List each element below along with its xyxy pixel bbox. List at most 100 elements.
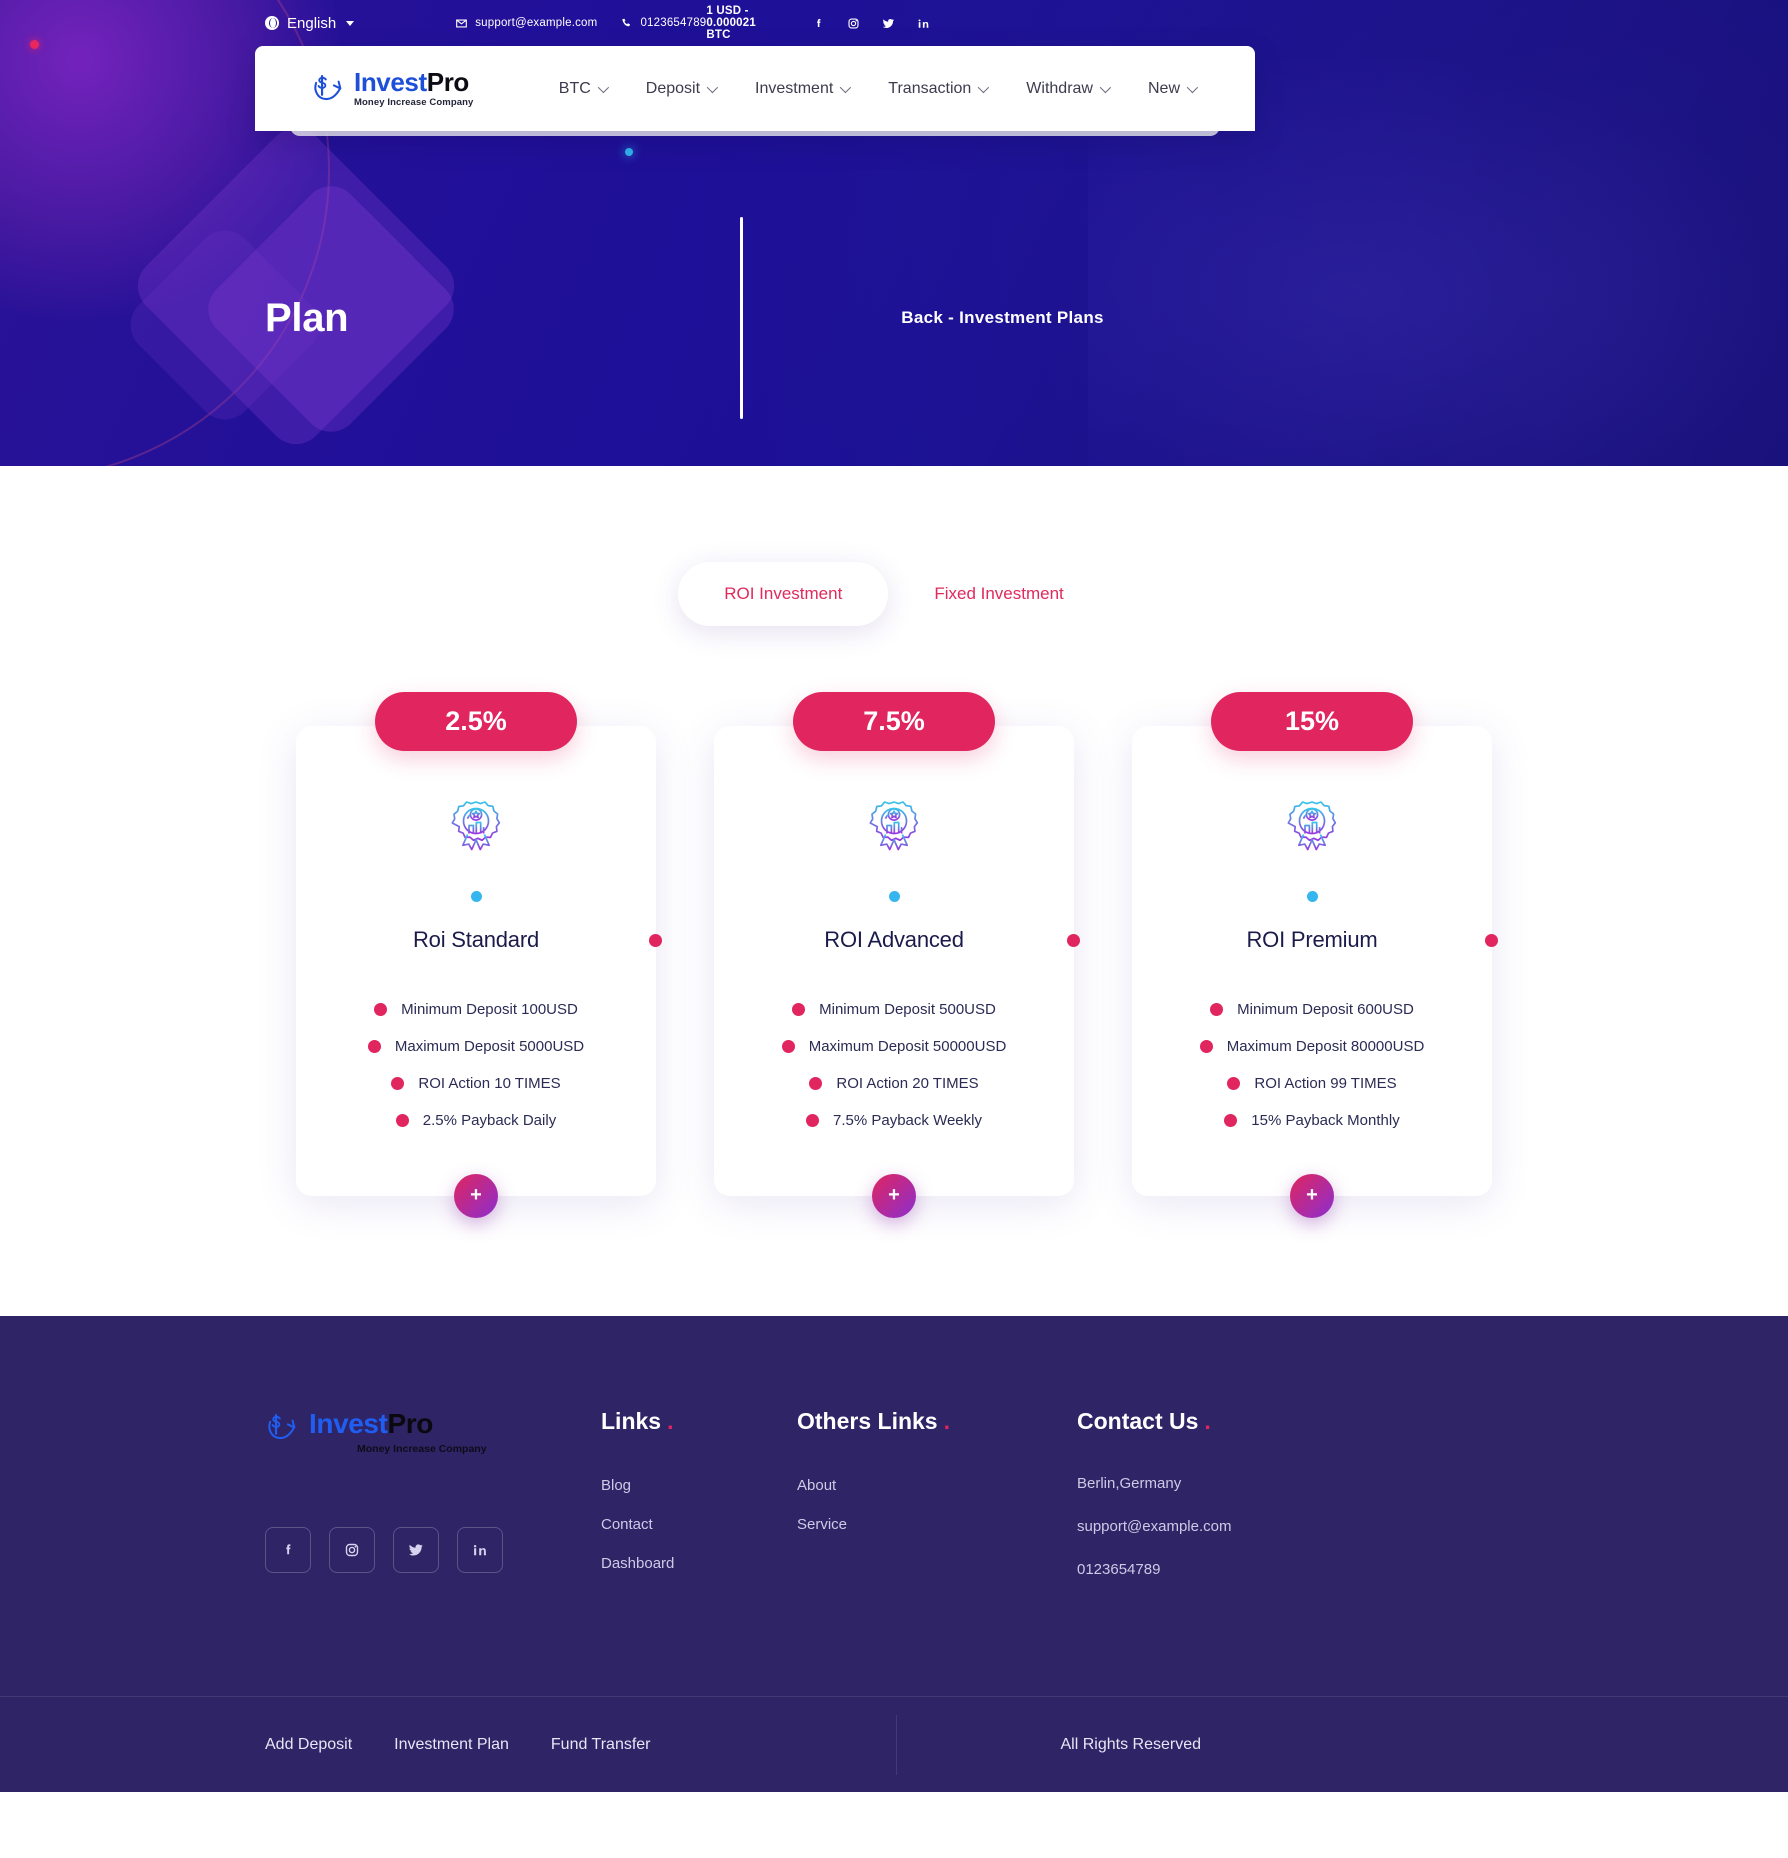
- card-accent-dot: [1306, 891, 1318, 902]
- plan-feature-label: ROI Action 20 TIMES: [836, 1075, 979, 1092]
- plan-feature: 7.5% Payback Weekly: [738, 1112, 1050, 1129]
- overflow-bullet-icon: [1067, 934, 1080, 947]
- plan-features: Minimum Deposit 500USD Maximum Deposit 5…: [738, 1001, 1050, 1129]
- utility-topbar: English support@example.com 0123654789 1…: [0, 0, 1788, 46]
- nav-label: Transaction: [888, 79, 972, 97]
- language-label: English: [287, 14, 337, 32]
- globe-icon: [265, 16, 279, 30]
- plan-feature-label: ROI Action 10 TIMES: [418, 1075, 561, 1092]
- twitter-icon[interactable]: [882, 17, 895, 30]
- chevron-down-icon: [1099, 81, 1112, 93]
- site-logo[interactable]: InvestPro Money Increase Company: [311, 69, 473, 108]
- overflow-bullet-icon: [649, 934, 662, 947]
- footer-contact-heading: Contact Us.: [1077, 1408, 1211, 1435]
- plan-features: Minimum Deposit 100USD Maximum Deposit 5…: [320, 1001, 632, 1129]
- footer-social-links: [265, 1527, 601, 1573]
- topbar-email[interactable]: support@example.com: [456, 17, 597, 29]
- plan-add-button[interactable]: +: [1290, 1174, 1334, 1218]
- nav-label: New: [1147, 79, 1180, 97]
- logo-name-first: Invest: [354, 67, 427, 98]
- footer-brand: InvestPro Money Increase Company: [265, 1408, 601, 1604]
- facebook-icon[interactable]: [265, 1527, 311, 1573]
- envelope-icon: [456, 19, 468, 27]
- facebook-icon[interactable]: [812, 17, 825, 30]
- footer-link-blog[interactable]: Blog: [601, 1477, 797, 1494]
- footer-logo-tagline: Money Increase Company: [357, 1443, 487, 1455]
- plan-percent-badge: 15%: [1211, 692, 1413, 751]
- plan-feature-label: Minimum Deposit 500USD: [819, 1001, 996, 1018]
- footer-email[interactable]: support@example.com: [1077, 1518, 1357, 1535]
- bottom-link-add-deposit[interactable]: Add Deposit: [265, 1736, 352, 1754]
- tab-fixed-investment[interactable]: Fixed Investment: [888, 562, 1109, 626]
- footer-link-dashboard[interactable]: Dashboard: [601, 1555, 797, 1572]
- award-badge-icon: [1287, 801, 1337, 851]
- footer-link-about[interactable]: About: [797, 1477, 1077, 1494]
- plan-title: ROI Advanced: [824, 927, 964, 952]
- plan-feature-label: Maximum Deposit 80000USD: [1226, 1038, 1425, 1055]
- footer-contact-heading-label: Contact Us: [1077, 1408, 1199, 1434]
- plan-feature: Maximum Deposit 50000USD: [738, 1038, 1050, 1055]
- bullet-icon: [367, 1040, 381, 1053]
- instagram-icon[interactable]: [847, 17, 860, 30]
- footer-bottom-bar: Add Deposit Investment Plan Fund Transfe…: [0, 1696, 1788, 1792]
- footer-link-service[interactable]: Service: [797, 1516, 1077, 1533]
- nav-label: Withdraw: [1026, 79, 1093, 97]
- plan-title: Roi Standard: [412, 927, 539, 952]
- list-item: Blog: [601, 1477, 797, 1494]
- nav-item-transaction[interactable]: Transaction: [888, 79, 990, 98]
- topbar-phone[interactable]: 0123654789: [621, 17, 706, 29]
- instagram-icon[interactable]: [329, 1527, 375, 1573]
- nav-item-investment[interactable]: Investment: [755, 80, 852, 98]
- nav-label: Deposit: [645, 79, 701, 97]
- footer-others-heading: Others Links.: [797, 1408, 950, 1435]
- chevron-down-icon: [1186, 81, 1199, 93]
- primary-navigation: BTC Deposit Investment Transaction Withd…: [559, 79, 1199, 98]
- plan-feature: Minimum Deposit 600USD: [1156, 1001, 1468, 1018]
- footer-logo[interactable]: InvestPro Money Increase Company: [265, 1408, 601, 1455]
- footer-address: Berlin,Germany: [1077, 1475, 1182, 1492]
- plan-feature-label: 2.5% Payback Daily: [422, 1112, 557, 1129]
- tab-roi-investment[interactable]: ROI Investment: [678, 562, 889, 626]
- award-badge-icon: [869, 801, 919, 851]
- plan-features: Minimum Deposit 600USD Maximum Deposit 8…: [1156, 1001, 1468, 1129]
- chevron-down-icon: [840, 81, 852, 93]
- nav-item-new[interactable]: New: [1147, 79, 1199, 98]
- footer-phone[interactable]: 0123654789: [1077, 1561, 1357, 1578]
- plan-feature-label: 15% Payback Monthly: [1251, 1112, 1400, 1129]
- footer-links-heading: Links.: [601, 1408, 673, 1435]
- plan-feature-label: Maximum Deposit 5000USD: [394, 1038, 585, 1055]
- site-footer: InvestPro Money Increase Company Links. …: [0, 1316, 1788, 1792]
- btc-rate: 1 USD - 0.000021 BTC: [706, 5, 756, 41]
- hero-section: English support@example.com 0123654789 1…: [0, 0, 1788, 466]
- linkedin-icon[interactable]: [457, 1527, 503, 1573]
- chevron-down-icon: [346, 20, 355, 26]
- main-header: InvestPro Money Increase Company BTC Dep…: [255, 46, 1255, 131]
- language-selector[interactable]: English: [265, 14, 355, 32]
- list-item: Berlin,Germany: [1077, 1475, 1357, 1492]
- chevron-down-icon: [597, 81, 609, 93]
- footer-bottom-links: Add Deposit Investment Plan Fund Transfe…: [265, 1736, 651, 1754]
- linkedin-icon[interactable]: [917, 17, 930, 30]
- bottom-link-fund-transfer[interactable]: Fund Transfer: [551, 1736, 651, 1754]
- footer-column-links: Links. Blog Contact Dashboard: [601, 1408, 797, 1604]
- plan-card-roi-standard: 2.5% Roi Standard Minimum Deposit 100USD…: [296, 692, 662, 1218]
- plan-add-button[interactable]: +: [872, 1174, 916, 1218]
- plan-feature-label: Maximum Deposit 50000USD: [808, 1038, 1007, 1055]
- plan-card-roi-premium: 15% ROI Premium Minimum Deposit 600USD M…: [1132, 692, 1498, 1218]
- footer-link-contact[interactable]: Contact: [601, 1516, 797, 1533]
- nav-item-btc[interactable]: BTC: [559, 80, 609, 98]
- bullet-icon: [792, 1003, 806, 1016]
- plan-title: ROI Premium: [1246, 927, 1378, 952]
- nav-item-deposit[interactable]: Deposit: [645, 79, 719, 98]
- logo-name-second: Pro: [426, 67, 470, 98]
- plan-feature: ROI Action 10 TIMES: [320, 1075, 632, 1092]
- bullet-icon: [1210, 1003, 1224, 1016]
- plans-section: ROI Investment Fixed Investment 2.5% Roi…: [0, 466, 1788, 1316]
- twitter-icon[interactable]: [393, 1527, 439, 1573]
- plan-feature-label: Minimum Deposit 100USD: [401, 1001, 578, 1018]
- footer-column-contact: Contact Us. Berlin,Germany support@examp…: [1077, 1408, 1357, 1604]
- bottom-link-investment-plan[interactable]: Investment Plan: [394, 1736, 509, 1754]
- plan-feature: Minimum Deposit 500USD: [738, 1001, 1050, 1018]
- nav-item-withdraw[interactable]: Withdraw: [1026, 79, 1112, 98]
- plan-add-button[interactable]: +: [454, 1174, 498, 1218]
